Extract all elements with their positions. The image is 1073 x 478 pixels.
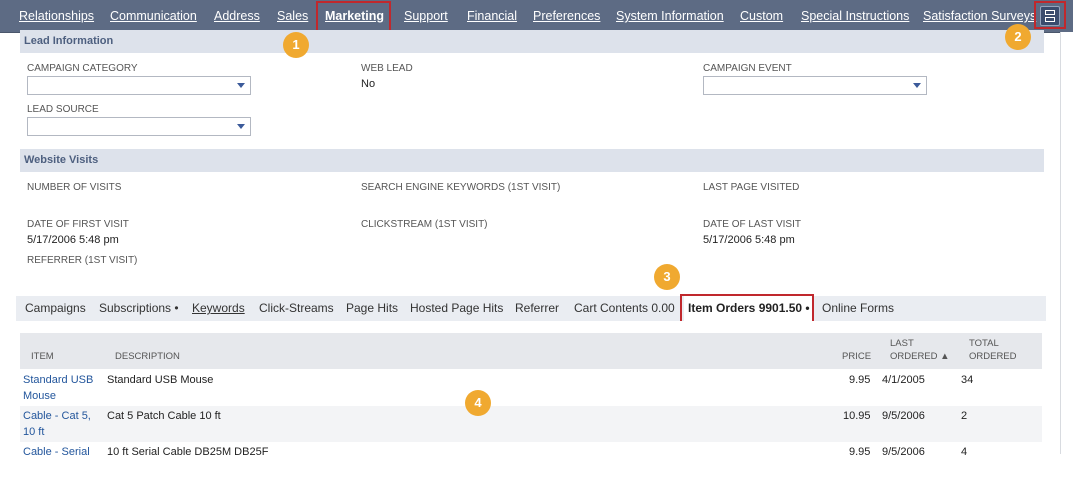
table-row: Cable - Cat 5, 10 ft Cat 5 Patch Cable 1… bbox=[20, 406, 1042, 442]
date-last-visit-label: DATE OF LAST VISIT bbox=[703, 219, 801, 230]
tab-address[interactable]: Address bbox=[214, 0, 260, 32]
description-cell: Cat 5 Patch Cable 10 ft bbox=[107, 410, 221, 422]
item-link[interactable]: Standard USB bbox=[23, 372, 93, 388]
number-of-visits-label: NUMBER OF VISITS bbox=[27, 182, 122, 193]
item-link[interactable]: Cable - Serial bbox=[23, 444, 90, 460]
item-orders-table: ITEM DESCRIPTION PRICE LAST ORDERED ▲ TO… bbox=[16, 321, 1046, 458]
collapse-button-highlight bbox=[1034, 1, 1066, 29]
subtab-cart-contents[interactable]: Cart Contents 0.00 bbox=[574, 296, 675, 321]
table-row: Cable - Serial 10 ft Serial Cable DB25M … bbox=[20, 442, 1042, 478]
total-ordered-cell: 2 bbox=[961, 410, 968, 422]
column-header-total-ordered[interactable]: TOTAL bbox=[969, 337, 999, 350]
last-ordered-cell: 9/5/2006 bbox=[882, 446, 925, 458]
column-header-total-ordered-2[interactable]: ORDERED bbox=[969, 350, 1017, 363]
tab-label: Satisfaction Surveys bbox=[923, 9, 1037, 23]
tab-label: Financial bbox=[467, 9, 518, 23]
subtab-page-hits[interactable]: Page Hits bbox=[346, 296, 398, 321]
tab-label: System Information bbox=[616, 9, 724, 23]
column-header-last-ordered[interactable]: LAST bbox=[890, 337, 914, 350]
column-header-item[interactable]: ITEM bbox=[31, 350, 54, 363]
table-header: ITEM DESCRIPTION PRICE LAST ORDERED ▲ TO… bbox=[20, 333, 1042, 369]
tab-label: Address bbox=[214, 9, 260, 23]
callout-1: 1 bbox=[283, 32, 309, 58]
price-cell: 9.95 bbox=[849, 446, 871, 458]
chevron-down-icon bbox=[237, 124, 245, 129]
item-link[interactable]: Cable - Cat 5, bbox=[23, 408, 91, 424]
column-header-description[interactable]: DESCRIPTION bbox=[115, 350, 180, 363]
tab-support[interactable]: Support bbox=[404, 0, 448, 32]
subtab-referrer[interactable]: Referrer bbox=[515, 296, 559, 321]
campaign-category-label: CAMPAIGN CATEGORY bbox=[27, 63, 138, 74]
tab-label: Relationships bbox=[19, 9, 95, 23]
tab-label: Sales bbox=[277, 9, 309, 23]
lead-source-select[interactable] bbox=[27, 117, 251, 136]
tab-system-information[interactable]: System Information bbox=[616, 0, 724, 32]
search-keywords-label: SEARCH ENGINE KEYWORDS (1ST VISIT) bbox=[361, 182, 561, 193]
section-header-lead-information[interactable]: Lead Information bbox=[20, 30, 1044, 53]
date-first-visit-value: 5/17/2006 5:48 pm bbox=[27, 234, 119, 246]
item-link-line2[interactable]: Mouse bbox=[23, 388, 56, 404]
last-page-visited-label: LAST PAGE VISITED bbox=[703, 182, 800, 193]
scrollbar[interactable] bbox=[1060, 32, 1073, 454]
tab-label: Special Instructions bbox=[801, 9, 910, 23]
subtab-subscriptions[interactable]: Subscriptions • bbox=[99, 296, 179, 321]
tab-special-instructions[interactable]: Special Instructions bbox=[801, 0, 909, 32]
subtab-campaigns[interactable]: Campaigns bbox=[25, 296, 86, 321]
tab-communication[interactable]: Communication bbox=[110, 0, 197, 32]
column-header-price[interactable]: PRICE bbox=[842, 350, 871, 363]
tab-preferences[interactable]: Preferences bbox=[533, 0, 600, 32]
campaign-event-label: CAMPAIGN EVENT bbox=[703, 63, 792, 74]
subtab-hosted-page-hits[interactable]: Hosted Page Hits bbox=[410, 296, 503, 321]
date-last-visit-value: 5/17/2006 5:48 pm bbox=[703, 234, 795, 246]
tab-relationships[interactable]: Relationships bbox=[19, 0, 94, 32]
campaign-event-select[interactable] bbox=[703, 76, 927, 95]
subtab-click-streams[interactable]: Click-Streams bbox=[259, 296, 334, 321]
last-ordered-cell: 4/1/2005 bbox=[882, 374, 925, 386]
callout-4: 4 bbox=[465, 390, 491, 416]
tab-label: Preferences bbox=[533, 9, 601, 23]
table-row: Standard USB Mouse Standard USB Mouse 9.… bbox=[20, 370, 1042, 406]
tab-sales[interactable]: Sales bbox=[277, 0, 308, 32]
last-ordered-cell: 9/5/2006 bbox=[882, 410, 925, 422]
record-tab-bar: Relationships Communication Address Sale… bbox=[0, 0, 1073, 33]
tab-label: Communication bbox=[110, 9, 197, 23]
tab-custom[interactable]: Custom bbox=[740, 0, 783, 32]
campaign-category-select[interactable] bbox=[27, 76, 251, 95]
clickstream-label: CLICKSTREAM (1ST VISIT) bbox=[361, 219, 488, 230]
description-cell: Standard USB Mouse bbox=[107, 374, 214, 386]
item-link-line2[interactable]: 10 ft bbox=[23, 424, 44, 440]
price-cell: 9.95 bbox=[849, 374, 871, 386]
column-header-last-ordered-2[interactable]: ORDERED ▲ bbox=[890, 350, 950, 363]
web-lead-value: No bbox=[361, 78, 376, 90]
lead-source-label: LEAD SOURCE bbox=[27, 104, 99, 115]
item-orders-highlight bbox=[680, 294, 814, 324]
subtab-online-forms[interactable]: Online Forms bbox=[822, 296, 894, 321]
section-header-website-visits[interactable]: Website Visits bbox=[20, 149, 1044, 172]
callout-2: 2 bbox=[1005, 24, 1031, 50]
total-ordered-cell: 4 bbox=[961, 446, 968, 458]
date-first-visit-label: DATE OF FIRST VISIT bbox=[27, 219, 129, 230]
chevron-down-icon bbox=[913, 83, 921, 88]
tab-label: Support bbox=[404, 9, 448, 23]
tab-label: Custom bbox=[740, 9, 784, 23]
tab-financial[interactable]: Financial bbox=[467, 0, 517, 32]
subtab-keywords[interactable]: Keywords bbox=[192, 296, 245, 321]
callout-3: 3 bbox=[654, 264, 680, 290]
price-cell: 10.95 bbox=[843, 410, 871, 422]
referrer-label: REFERRER (1ST VISIT) bbox=[27, 255, 138, 266]
description-cell: 10 ft Serial Cable DB25M DB25F bbox=[107, 446, 269, 458]
web-lead-label: WEB LEAD bbox=[361, 63, 413, 74]
marketing-subtab-bar: Campaigns Subscriptions • Keywords Click… bbox=[16, 296, 1046, 322]
total-ordered-cell: 34 bbox=[961, 374, 974, 386]
chevron-down-icon bbox=[237, 83, 245, 88]
